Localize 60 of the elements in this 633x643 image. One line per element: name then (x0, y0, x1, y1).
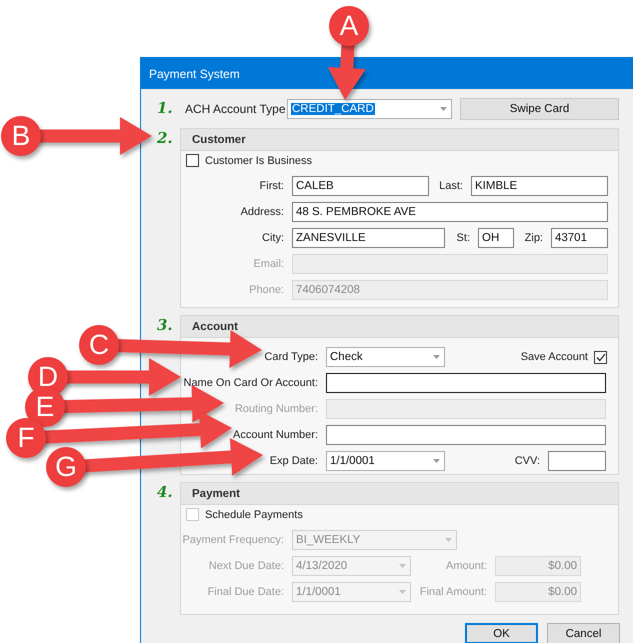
checkbox[interactable] (186, 154, 199, 167)
field-label: Amount: (446, 560, 487, 572)
field-label: Account Number: (233, 429, 318, 441)
cancel-button[interactable]: Cancel (547, 623, 620, 643)
field-label: CVV: (514, 455, 540, 467)
step-number: 4. (157, 482, 173, 502)
dropdown-caret-icon (445, 538, 452, 542)
field-label: Address: (240, 206, 284, 218)
window-title: Payment System (141, 58, 633, 89)
dropdown-caret-icon (440, 107, 447, 111)
callout-badge: B (1, 116, 41, 156)
field-label: Name On Card Or Account: (184, 377, 318, 389)
dropdown-caret-icon (399, 564, 406, 568)
checkbox[interactable] (594, 350, 607, 364)
step-number: 3. (157, 315, 173, 335)
dropdown[interactable]: Check (326, 347, 445, 367)
field-label: ACH Account Type (184, 102, 286, 116)
input-field[interactable]: ZANESVILLE (292, 228, 445, 248)
step-number: 1. (157, 98, 173, 118)
callout-badge: G (46, 447, 86, 487)
group-title: Customer (181, 129, 618, 151)
group-title: Account (181, 316, 618, 338)
input-field[interactable]: CALEB (292, 176, 429, 196)
field-label: Routing Number: (234, 403, 318, 415)
checkmark-icon (596, 352, 606, 362)
dropdown-caret-icon (433, 459, 440, 463)
dropdown[interactable]: CREDIT_CARD (287, 99, 452, 119)
field-label: Final Due Date: (208, 586, 284, 598)
field-label: Phone: (249, 284, 284, 296)
callout-badge: F (6, 418, 46, 458)
input-field[interactable] (326, 373, 606, 393)
callout-badge: A (329, 6, 369, 46)
field-label: Payment Frequency: (182, 534, 284, 546)
ok-button[interactable]: OK (465, 623, 538, 643)
field-label: St: (456, 232, 470, 244)
group-title: Payment (181, 483, 618, 505)
dropdown-caret-icon (399, 590, 406, 594)
input-field[interactable]: 48 S. PEMBROKE AVE (292, 202, 608, 222)
dropdown[interactable]: 1/1/0001 (326, 451, 445, 471)
field-label: Card Type: (264, 351, 318, 363)
input-field[interactable] (548, 451, 606, 471)
checkbox-label: Customer Is Business (205, 154, 312, 166)
callout-badge: C (79, 325, 119, 365)
swipe-card-button[interactable]: Swipe Card (460, 98, 619, 120)
input-field[interactable] (326, 425, 606, 445)
checkbox-label: Schedule Payments (205, 508, 303, 520)
field-label: Last: (439, 180, 463, 192)
field-label: Email: (253, 258, 284, 270)
field-label: Zip: (524, 232, 543, 244)
dropdown-caret-icon (433, 355, 440, 359)
field-label: City: (262, 232, 284, 244)
input-field[interactable]: 43701 (551, 228, 608, 248)
field-label: Next Due Date: (208, 560, 284, 572)
input-field[interactable]: KIMBLE (471, 176, 608, 196)
step-number: 2. (157, 128, 173, 148)
input-field[interactable]: OH (478, 228, 514, 248)
field-label: Final Amount: (420, 586, 487, 598)
field-label: Exp Date: (270, 455, 318, 467)
checkbox-label: Save Account (520, 351, 588, 363)
field-label: First: (260, 180, 284, 192)
